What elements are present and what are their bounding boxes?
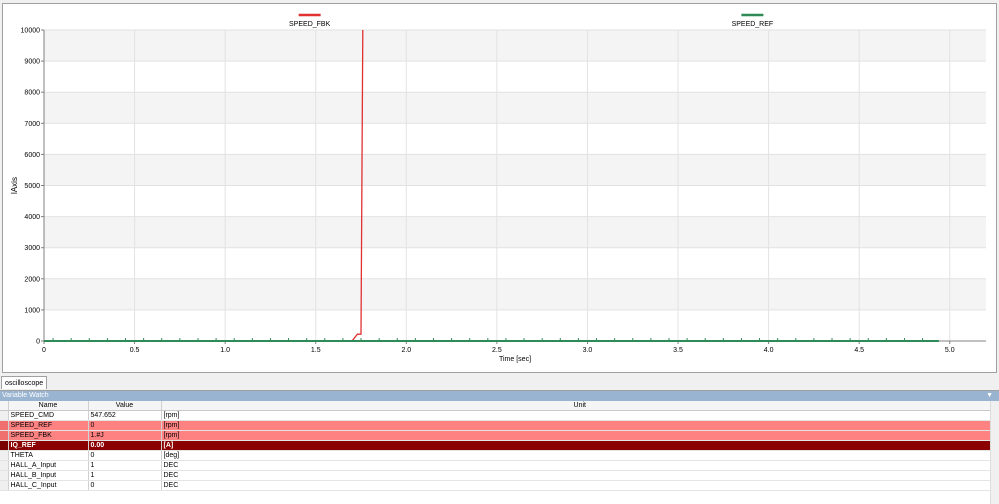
column-header-name[interactable]: Name — [8, 401, 89, 411]
plot-band — [44, 154, 986, 186]
oscilloscope-panel: 0 1000 2000 3000 4000 5000 6000 7000 8000 9000 100… — [2, 3, 997, 373]
variable-unit-cell: DEC — [161, 460, 999, 471]
variable-unit-cell: [rpm] — [161, 420, 999, 431]
variable-value-cell[interactable]: 547.652 — [88, 410, 162, 421]
x-tick-label: 1.5 — [311, 347, 321, 354]
variable-name-cell: SPEED_REF — [8, 420, 89, 431]
x-tick-label: 0 — [42, 347, 46, 354]
table-header-row: Name Value Unit — [0, 401, 999, 411]
y-tick-label: 3000 — [24, 245, 40, 252]
y-tick-label: 0 — [36, 339, 40, 346]
row-selector — [0, 450, 9, 461]
variable-unit-cell: [rpm] — [161, 430, 999, 441]
row-selector — [0, 470, 9, 481]
y-axis-title: lAxis — [10, 177, 19, 194]
variable-unit-cell: [rpm] — [161, 410, 999, 421]
variable-watch-panel: Variable Watch ▼ Name Value Unit SPEED_C… — [0, 391, 999, 504]
variable-unit-cell: DEC — [161, 480, 999, 491]
y-tick-label: 8000 — [24, 90, 40, 97]
tab-oscilloscope[interactable]: oscilloscope — [1, 376, 48, 389]
x-tick-label: 3.5 — [673, 347, 683, 354]
plot-band — [44, 278, 986, 310]
x-tick-label: 2.5 — [492, 347, 502, 354]
panel-menu-dropdown-icon[interactable]: ▼ — [986, 391, 993, 401]
x-tick-label: 4.5 — [854, 347, 864, 354]
row-selector — [0, 480, 9, 491]
y-tick-label: 2000 — [24, 276, 40, 283]
y-tick-label: 6000 — [24, 152, 40, 159]
row-selector — [0, 430, 9, 441]
variable-watch-titlebar: Variable Watch ▼ — [0, 391, 999, 401]
variable-name-cell: HALL_C_Input — [8, 480, 89, 491]
plot-band — [44, 92, 986, 124]
variable-name-cell: THETA — [8, 450, 89, 461]
variable-name-cell: IQ_REF — [8, 440, 89, 451]
variable-value-cell[interactable]: 1 — [88, 460, 162, 471]
x-tick-label: 0.5 — [130, 347, 140, 354]
table-row[interactable]: HALL_B_Input 1 DEC — [0, 470, 999, 481]
tab-bar: oscilloscope — [0, 374, 999, 391]
plot-band — [44, 216, 986, 248]
table-row[interactable]: HALL_C_Input 0 DEC — [0, 480, 999, 491]
row-selector — [0, 410, 9, 421]
table-row[interactable]: IQ_REF 0.00 [A] — [0, 440, 999, 451]
oscilloscope-chart: 0 1000 2000 3000 4000 5000 6000 7000 8000 9000 100… — [10, 13, 986, 363]
variable-value-cell[interactable]: 0 — [88, 480, 162, 491]
variable-value-cell[interactable]: 1 — [88, 470, 162, 481]
y-tick-label: 9000 — [24, 59, 40, 66]
x-axis-title: Time [sec] — [499, 356, 531, 363]
variable-watch-table: Name Value Unit SPEED_CMD 547.652 [rpm] SPE… — [0, 401, 999, 491]
row-selector-header — [0, 401, 9, 411]
table-row[interactable]: SPEED_CMD 547.652 [rpm] — [0, 410, 999, 421]
variable-unit-cell: [A] — [161, 440, 999, 451]
variable-value-cell[interactable]: 0 — [88, 420, 162, 431]
column-header-unit[interactable]: Unit — [161, 401, 999, 411]
variable-value-cell[interactable]: 0.00 — [88, 440, 162, 451]
variable-unit-cell: DEC — [161, 470, 999, 481]
row-selector — [0, 440, 9, 451]
x-tick-label: 5.0 — [945, 347, 955, 354]
x-tick-label: 4.0 — [764, 347, 774, 354]
row-selector — [0, 420, 9, 431]
y-tick-label: 1000 — [24, 307, 40, 314]
x-tick-label: 3.0 — [583, 347, 593, 354]
y-tick-label: 4000 — [24, 214, 40, 221]
table-row[interactable]: THETA 0 [deg] — [0, 450, 999, 461]
table-row[interactable]: SPEED_FBK 1.#J [rpm] — [0, 430, 999, 441]
legend-label-speed_ref: SPEED_REF — [732, 21, 774, 28]
variable-watch-title: Variable Watch — [2, 392, 49, 399]
column-header-value[interactable]: Value — [88, 401, 162, 411]
x-tick-label: 1.0 — [220, 347, 230, 354]
vertical-scrollbar[interactable] — [990, 401, 999, 504]
y-tick-label: 10000 — [21, 28, 41, 35]
table-row[interactable]: HALL_A_Input 1 DEC — [0, 460, 999, 471]
variable-value-cell[interactable]: 1.#J — [88, 430, 162, 441]
legend-label-speed_fbk: SPEED_FBK — [289, 21, 331, 28]
variable-name-cell: SPEED_CMD — [8, 410, 89, 421]
table-row[interactable]: SPEED_REF 0 [rpm] — [0, 420, 999, 431]
plot-band — [44, 30, 986, 62]
x-tick-label: 2.0 — [401, 347, 411, 354]
variable-name-cell: HALL_B_Input — [8, 470, 89, 481]
variable-name-cell: SPEED_FBK — [8, 430, 89, 441]
variable-unit-cell: [deg] — [161, 450, 999, 461]
y-tick-label: 7000 — [24, 121, 40, 128]
variable-value-cell[interactable]: 0 — [88, 450, 162, 461]
y-tick-label: 5000 — [24, 183, 40, 190]
row-selector — [0, 460, 9, 471]
variable-name-cell: HALL_A_Input — [8, 460, 89, 471]
